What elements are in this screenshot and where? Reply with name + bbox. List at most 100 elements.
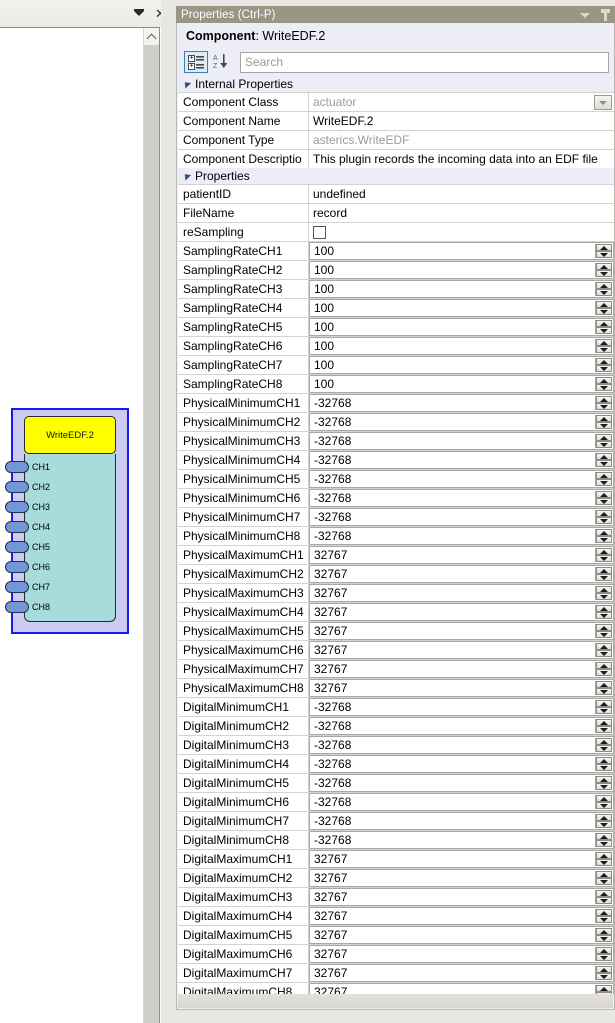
spinner-up-icon[interactable]	[596, 624, 612, 631]
property-row[interactable]: PhysicalMaximumCH632767	[178, 640, 614, 659]
spinner-down-icon[interactable]	[596, 745, 612, 752]
spinner-down-icon[interactable]	[596, 802, 612, 809]
spinner-up-icon[interactable]	[596, 719, 612, 726]
property-value-cell[interactable]: 32767	[309, 621, 614, 640]
property-value-editbox[interactable]: -32768	[309, 736, 614, 754]
property-value-editbox[interactable]: 32767	[309, 622, 614, 640]
spinner-control[interactable]	[595, 415, 612, 429]
port-connector-icon[interactable]	[5, 561, 29, 573]
property-value-cell[interactable]: -32768	[309, 488, 614, 507]
property-value-cell[interactable]: -32768	[309, 735, 614, 754]
spinner-up-icon[interactable]	[596, 605, 612, 612]
property-value-editbox[interactable]: -32768	[309, 793, 614, 811]
property-value-editbox[interactable]: -32768	[309, 717, 614, 735]
property-row[interactable]: DigitalMaximumCH332767	[178, 887, 614, 906]
property-value-editbox[interactable]: 32767	[309, 850, 614, 868]
spinner-up-icon[interactable]	[596, 453, 612, 460]
property-row[interactable]: PhysicalMinimumCH8-32768	[178, 526, 614, 545]
property-value-cell[interactable]: This plugin records the incoming data in…	[309, 149, 614, 168]
caret-down-icon[interactable]	[133, 7, 146, 20]
property-value-editbox[interactable]: 32767	[309, 926, 614, 944]
spinner-down-icon[interactable]	[596, 403, 612, 410]
spinner-down-icon[interactable]	[596, 935, 612, 942]
property-row[interactable]: SamplingRateCH4100	[178, 298, 614, 317]
property-row[interactable]: FileNamerecord	[178, 203, 614, 222]
property-value-cell[interactable]: -32768	[309, 450, 614, 469]
property-value-cell[interactable]: 32767	[309, 868, 614, 887]
spinner-up-icon[interactable]	[596, 833, 612, 840]
property-value-editbox[interactable]: 100	[309, 261, 614, 279]
property-value-cell[interactable]: 32767	[309, 963, 614, 982]
property-value-cell[interactable]: 32767	[309, 849, 614, 868]
property-row[interactable]: reSampling	[178, 222, 614, 241]
property-value-editbox[interactable]: -32768	[309, 831, 614, 849]
spinner-up-icon[interactable]	[596, 529, 612, 536]
component-port[interactable]: CH1	[5, 460, 50, 474]
property-value-editbox[interactable]: 32767	[309, 584, 614, 602]
spinner-down-icon[interactable]	[596, 346, 612, 353]
spinner-control[interactable]	[595, 472, 612, 486]
spinner-up-icon[interactable]	[596, 320, 612, 327]
component-port[interactable]: CH7	[5, 580, 50, 594]
spinner-up-icon[interactable]	[596, 814, 612, 821]
property-value-cell[interactable]: 32767	[309, 887, 614, 906]
spinner-down-icon[interactable]	[596, 384, 612, 391]
group-expand-triangle-icon[interactable]	[182, 79, 191, 88]
spinner-control[interactable]	[595, 795, 612, 809]
spinner-control[interactable]	[595, 643, 612, 657]
property-value-editbox[interactable]: 100	[309, 299, 614, 317]
property-value-cell[interactable]: 32767	[309, 602, 614, 621]
spinner-down-icon[interactable]	[596, 840, 612, 847]
property-value-cell[interactable]: 32767	[309, 583, 614, 602]
property-value-editbox[interactable]: 32767	[309, 888, 614, 906]
property-value-editbox[interactable]: -32768	[309, 432, 614, 450]
spinner-up-icon[interactable]	[596, 890, 612, 897]
spinner-control[interactable]	[595, 529, 612, 543]
component-node[interactable]: WriteEDF.2 CH1CH2CH3CH4CH5CH6CH7CH8	[11, 408, 129, 634]
spinner-down-icon[interactable]	[596, 574, 612, 581]
property-row[interactable]: PhysicalMaximumCH432767	[178, 602, 614, 621]
property-row[interactable]: SamplingRateCH2100	[178, 260, 614, 279]
property-row[interactable]: DigitalMaximumCH632767	[178, 944, 614, 963]
property-value-editbox[interactable]: -32768	[309, 508, 614, 526]
spinner-down-icon[interactable]	[596, 251, 612, 258]
property-row[interactable]: DigitalMaximumCH732767	[178, 963, 614, 982]
property-row[interactable]: DigitalMinimumCH1-32768	[178, 697, 614, 716]
property-value-editbox[interactable]: -32768	[309, 774, 614, 792]
property-value-cell[interactable]: -32768	[309, 716, 614, 735]
port-connector-icon[interactable]	[5, 541, 29, 553]
spinner-down-icon[interactable]	[596, 612, 612, 619]
spinner-control[interactable]	[595, 909, 612, 923]
spinner-control[interactable]	[595, 681, 612, 695]
spinner-up-icon[interactable]	[596, 491, 612, 498]
property-value-editbox[interactable]: 32767	[309, 679, 614, 697]
spinner-up-icon[interactable]	[596, 358, 612, 365]
spinner-up-icon[interactable]	[596, 795, 612, 802]
chevron-up-icon[interactable]	[144, 28, 159, 45]
component-port[interactable]: CH2	[5, 480, 50, 494]
property-row[interactable]: PhysicalMaximumCH532767	[178, 621, 614, 640]
property-value-cell[interactable]: 32767	[309, 982, 614, 994]
property-group-header[interactable]: Internal Properties	[178, 76, 614, 92]
spinner-control[interactable]	[595, 947, 612, 961]
spinner-control[interactable]	[595, 510, 612, 524]
spinner-up-icon[interactable]	[596, 966, 612, 973]
spinner-up-icon[interactable]	[596, 852, 612, 859]
property-row[interactable]: SamplingRateCH5100	[178, 317, 614, 336]
component-port[interactable]: CH8	[5, 600, 50, 614]
property-value-cell[interactable]: 32767	[309, 640, 614, 659]
property-value-editbox[interactable]: 32767	[309, 546, 614, 564]
property-row[interactable]: SamplingRateCH7100	[178, 355, 614, 374]
property-value-cell[interactable]: 32767	[309, 564, 614, 583]
property-value-editbox[interactable]: -32768	[309, 413, 614, 431]
spinner-down-icon[interactable]	[596, 460, 612, 467]
property-row[interactable]: DigitalMaximumCH432767	[178, 906, 614, 925]
property-value-cell[interactable]: 100	[309, 260, 614, 279]
property-value-cell[interactable]: 32767	[309, 545, 614, 564]
port-connector-icon[interactable]	[5, 461, 29, 473]
spinner-down-icon[interactable]	[596, 422, 612, 429]
spinner-down-icon[interactable]	[596, 650, 612, 657]
caret-down-icon[interactable]	[579, 8, 592, 21]
property-value-editbox[interactable]: 100	[309, 337, 614, 355]
spinner-up-icon[interactable]	[596, 339, 612, 346]
